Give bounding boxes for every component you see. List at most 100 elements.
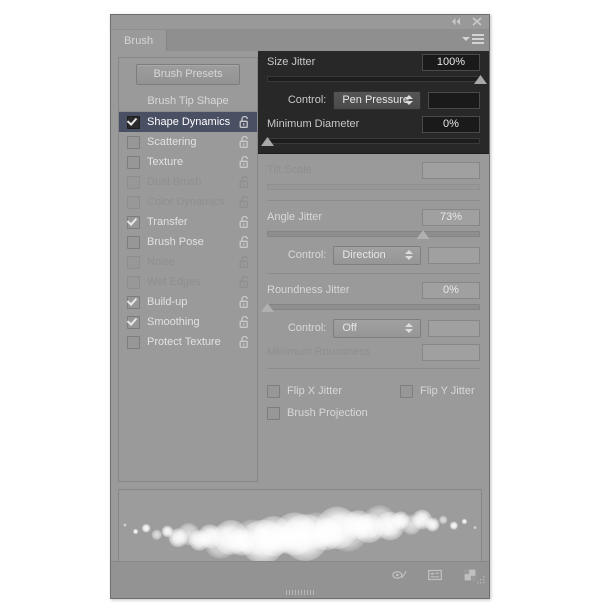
- brush-dynamics-item-transfer[interactable]: Transfer: [119, 212, 257, 232]
- chevron-down-icon: [462, 37, 470, 41]
- spinner-icon: [404, 95, 413, 105]
- size-jitter-track: [267, 76, 480, 82]
- checkbox-icon[interactable]: [127, 295, 140, 309]
- unlock-icon[interactable]: [239, 256, 250, 268]
- brush-presets-button[interactable]: Brush Presets: [136, 63, 240, 85]
- roundness-control-extra-field[interactable]: [427, 319, 480, 337]
- hamburger-icon: [472, 34, 484, 44]
- brush-dynamics-item-build-up[interactable]: Build-up: [119, 292, 257, 312]
- size-control-row: Control: Pen Pressure: [258, 87, 489, 113]
- flip-line-2: Brush Projection: [267, 402, 480, 424]
- panel-footer: [111, 561, 489, 587]
- close-icon[interactable]: [471, 16, 483, 27]
- unlock-icon[interactable]: [239, 156, 250, 168]
- brush-dynamics-item-texture[interactable]: Texture: [119, 152, 257, 172]
- checkbox-icon[interactable]: [127, 215, 140, 229]
- unlock-icon[interactable]: [239, 336, 250, 348]
- shape-dynamics-section: Size Jitter 100% Control: Pen Pressure M…: [258, 51, 489, 154]
- flip-line-1: Flip X Jitter Flip Y Jitter: [267, 380, 480, 402]
- brush-dynamics-item-protect-texture[interactable]: Protect Texture: [119, 332, 257, 352]
- brush-settings-sidebar: Brush Presets Brush Tip Shape Shape Dyna…: [118, 57, 258, 482]
- brush-dynamics-item-label: Transfer: [147, 216, 188, 228]
- checkbox-icon: [127, 255, 140, 269]
- tilt-scale-slider: [267, 181, 480, 195]
- unlock-icon[interactable]: [239, 216, 250, 228]
- unlock-icon[interactable]: [239, 236, 250, 248]
- tabstrip-filler: [167, 30, 489, 51]
- size-jitter-row: Size Jitter 100%: [258, 51, 489, 73]
- panel-drag-handle[interactable]: [111, 587, 489, 598]
- roundness-jitter-section: Roundness Jitter 0% Control: Off Minimum…: [258, 279, 489, 363]
- size-jitter-value[interactable]: 100%: [422, 53, 480, 71]
- brush-dynamics-list: Shape Dynamics Scattering Texture Dual Brus…: [119, 112, 257, 352]
- checkbox-icon: [127, 275, 140, 289]
- roundness-jitter-track: [267, 304, 480, 310]
- angle-control-label: Control:: [287, 249, 327, 261]
- angle-jitter-value[interactable]: 73%: [422, 208, 480, 226]
- brush-dynamics-item-label: Protect Texture: [147, 336, 221, 348]
- flip-x-jitter-checkbox[interactable]: Flip X Jitter: [267, 384, 343, 398]
- tilt-scale-track: [267, 184, 480, 190]
- unlock-icon[interactable]: [239, 176, 250, 188]
- new-preset-icon[interactable]: [426, 567, 444, 583]
- unlock-icon[interactable]: [239, 296, 250, 308]
- roundness-control-label: Control:: [287, 322, 327, 334]
- brush-dynamics-item-scattering[interactable]: Scattering: [119, 132, 257, 152]
- minimum-diameter-slider[interactable]: [261, 135, 480, 149]
- checkbox-icon[interactable]: [127, 155, 140, 169]
- brush-dynamics-item-label: Texture: [147, 156, 184, 168]
- brush-dynamics-item-smoothing[interactable]: Smoothing: [119, 312, 257, 332]
- checkbox-icon[interactable]: [127, 315, 140, 329]
- flip-x-jitter-label: Flip X Jitter: [287, 385, 343, 397]
- brush-dynamics-item-label: Dual Brush: [147, 176, 202, 188]
- brush-projection-label: Brush Projection: [287, 407, 368, 419]
- section-divider-1: [267, 200, 480, 201]
- drag-handle-icon: [286, 590, 314, 595]
- toggle-brush-icon[interactable]: [391, 567, 409, 583]
- roundness-jitter-value[interactable]: 0%: [422, 281, 480, 299]
- resize-grip-icon[interactable]: [475, 574, 486, 585]
- unlock-icon[interactable]: [239, 116, 250, 128]
- size-jitter-slider[interactable]: [267, 73, 487, 87]
- brush-tip-shape-item[interactable]: Brush Tip Shape: [119, 90, 257, 112]
- unlock-icon[interactable]: [239, 316, 250, 328]
- roundness-control-select[interactable]: Off: [333, 318, 421, 338]
- angle-control-select[interactable]: Direction: [333, 245, 421, 265]
- checkbox-icon: [400, 384, 414, 398]
- brush-dynamics-item-label: Brush Pose: [147, 236, 204, 248]
- size-control-extra-field[interactable]: [427, 91, 480, 109]
- flip-y-jitter-checkbox[interactable]: Flip Y Jitter: [400, 384, 475, 398]
- size-control-select[interactable]: Pen Pressure: [333, 90, 421, 110]
- brush-projection-checkbox[interactable]: Brush Projection: [267, 406, 368, 420]
- checkbox-icon[interactable]: [127, 335, 140, 349]
- panel-titlebar: [111, 15, 489, 30]
- minimum-diameter-value[interactable]: 0%: [422, 115, 480, 133]
- roundness-jitter-label: Roundness Jitter: [267, 284, 350, 296]
- section-divider-2: [267, 273, 480, 274]
- roundness-jitter-slider[interactable]: [261, 301, 480, 315]
- panel-tabstrip: Brush: [111, 30, 489, 51]
- unlock-icon[interactable]: [239, 136, 250, 148]
- tab-brush[interactable]: Brush: [111, 30, 168, 51]
- checkbox-icon[interactable]: [127, 135, 140, 149]
- roundness-control-value: Off: [342, 322, 357, 334]
- spinner-icon: [404, 250, 413, 260]
- unlock-icon[interactable]: [239, 196, 250, 208]
- brush-stroke-graphic: [123, 505, 477, 564]
- unlock-icon[interactable]: [239, 276, 250, 288]
- brush-dynamics-item-noise: Noise: [119, 252, 257, 272]
- brush-dynamics-item-brush-pose[interactable]: Brush Pose: [119, 232, 257, 252]
- brush-dynamics-item-shape-dynamics[interactable]: Shape Dynamics: [119, 112, 257, 132]
- roundness-jitter-row: Roundness Jitter 0%: [258, 279, 489, 301]
- window-controls: [450, 16, 483, 27]
- angle-jitter-slider[interactable]: [267, 228, 480, 242]
- minimum-diameter-label: Minimum Diameter: [267, 118, 360, 130]
- checkbox-icon[interactable]: [127, 235, 140, 249]
- checkbox-icon[interactable]: [127, 115, 140, 129]
- angle-control-extra-field[interactable]: [427, 246, 480, 264]
- double-left-arrow-icon[interactable]: [450, 16, 462, 27]
- panel-menu-icon[interactable]: [462, 34, 484, 44]
- tilt-scale-section: Tilt Scale: [258, 154, 489, 195]
- brush-dynamics-item-label: Wet Edges: [147, 276, 201, 288]
- angle-control-row: Control: Direction: [258, 242, 489, 268]
